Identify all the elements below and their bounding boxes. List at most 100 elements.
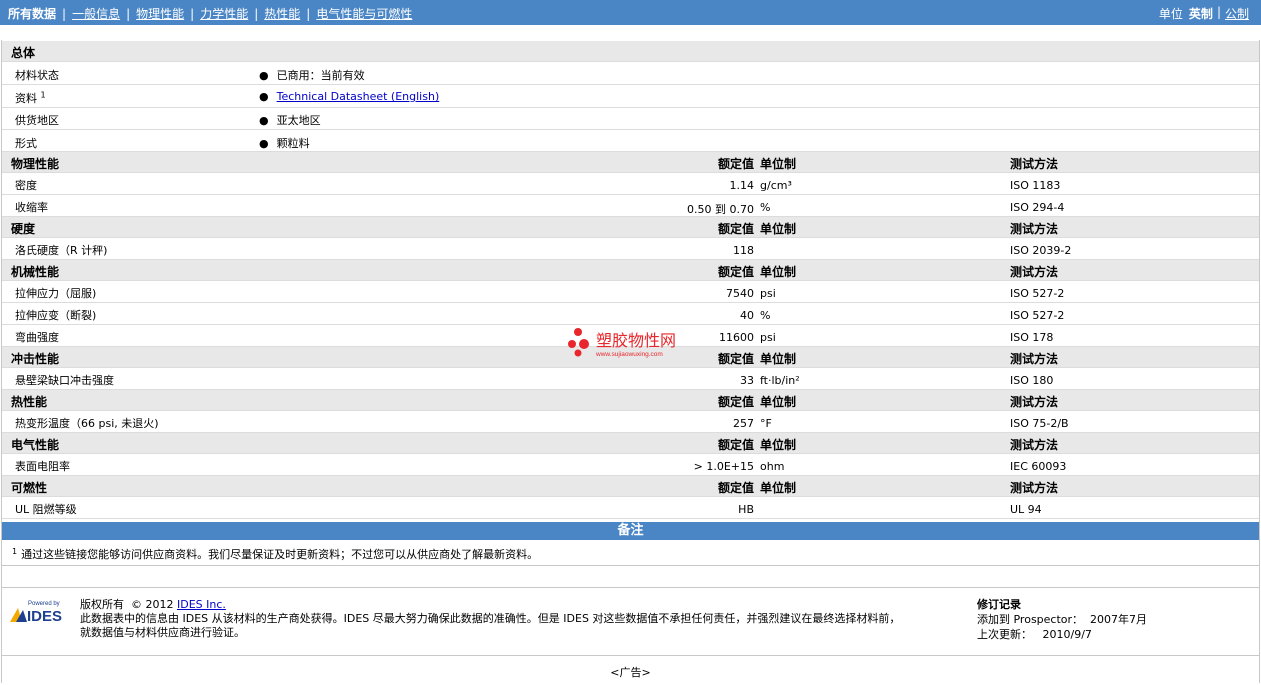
property-test-method: ISO 527-2 — [1010, 287, 1065, 300]
col-header-method: 测试方法 — [1010, 352, 1059, 366]
section-title: 热性能 — [11, 395, 48, 409]
property-test-method: ISO 527-2 — [1010, 309, 1065, 322]
logo-text: IDES — [27, 608, 62, 624]
property-test-method: ISO 2039-2 — [1010, 244, 1072, 257]
section-title: 物理性能 — [11, 157, 60, 171]
property-value: 0.50 到 0.70 — [687, 203, 754, 216]
section-title: 机械性能 — [11, 265, 60, 279]
row-value: ● 亚太地区 — [259, 112, 321, 128]
section-header: 机械性能 额定值 单位制 测试方法 — [2, 260, 1259, 281]
bullet: ● — [259, 137, 269, 150]
col-header-unit: 单位制 — [760, 438, 797, 452]
copyright-line: 版权所有 © 2012 IDES Inc. — [80, 598, 900, 612]
added-label: 添加到 Prospector： — [977, 613, 1084, 626]
bullet: ● — [259, 114, 269, 127]
property-unit: g/cm³ — [760, 179, 792, 192]
updated-value: 2010/9/7 — [1042, 628, 1092, 641]
bullet: ● — [259, 69, 269, 82]
col-header-unit: 单位制 — [760, 157, 797, 171]
row-value: ● 颗粒料 — [259, 135, 310, 151]
property-row: 热变形温度（66 psi, 未退火) 257 °F ISO 75-2/B — [2, 411, 1259, 433]
col-header-method: 测试方法 — [1010, 157, 1059, 171]
property-value: 7540 — [726, 287, 754, 300]
property-unit: psi — [760, 287, 776, 300]
revision-added: 添加到 Prospector： 2007年7月 — [977, 612, 1147, 627]
property-unit: psi — [760, 331, 776, 344]
nav-mechanical[interactable]: 力学性能 — [200, 5, 248, 22]
revision-history: 修订记录 添加到 Prospector： 2007年7月 上次更新： 2010/… — [977, 597, 1147, 642]
unit-metric-link[interactable]: 公制 — [1225, 5, 1249, 22]
property-test-method: ISO 178 — [1010, 331, 1054, 344]
property-value: 118 — [733, 244, 754, 257]
datasheet-link[interactable]: Technical Datasheet (English) — [277, 90, 440, 103]
property-test-method: ISO 294-4 — [1010, 201, 1065, 214]
property-value: 11600 — [719, 331, 754, 344]
property-row: 密度 1.14 g/cm³ ISO 1183 — [2, 173, 1259, 195]
ides-link[interactable]: IDES Inc. — [177, 598, 226, 611]
property-test-method: ISO 180 — [1010, 374, 1054, 387]
notes-header: 备注 — [2, 522, 1259, 540]
row-value: ● 已商用：当前有效 — [259, 67, 365, 83]
unit-imperial-selected: 英制 — [1188, 7, 1213, 21]
site-watermark: 塑胶物性网 www.sujiaowuxing.com — [566, 326, 706, 362]
property-unit: % — [760, 309, 771, 322]
col-header-method: 测试方法 — [1010, 438, 1059, 452]
label-text: 资料 — [15, 92, 37, 105]
property-row: 拉伸应变（断裂) 40% ISO 527-2 — [2, 303, 1259, 325]
section-header: 可燃性 额定值 单位制 测试方法 — [2, 476, 1259, 497]
nav-all-data[interactable]: 所有数据 — [8, 5, 56, 22]
watermark-title: 塑胶物性网 — [596, 331, 676, 350]
property-value: HB — [738, 503, 754, 516]
property-test-method: ISO 1183 — [1010, 179, 1061, 192]
row-label: 供货地区 — [15, 114, 59, 127]
divider — [2, 655, 1259, 656]
nav-separator: | — [190, 6, 195, 21]
col-header-nominal: 额定值 — [717, 481, 754, 495]
watermark-url: www.sujiaowuxing.com — [595, 351, 663, 358]
property-name: 密度 — [15, 179, 37, 192]
col-header-method: 测试方法 — [1010, 395, 1059, 409]
property-name: 洛氏硬度（R 计秤) — [15, 244, 108, 257]
nav-separator: | — [62, 6, 67, 21]
property-unit: ohm — [760, 460, 785, 473]
ides-logo[interactable]: Powered by IDES — [8, 598, 70, 625]
added-value: 2007年7月 — [1090, 613, 1148, 626]
property-row: 收缩率 0.50 到 0.70% ISO 294-4 — [2, 195, 1259, 217]
col-header-method: 测试方法 — [1010, 481, 1059, 495]
divider — [2, 587, 1259, 588]
property-test-method: UL 94 — [1010, 503, 1042, 516]
logo-powered-text: Powered by — [28, 601, 60, 607]
property-name: 弯曲强度 — [15, 331, 59, 344]
col-header-nominal: 额定值 — [717, 265, 754, 279]
col-header-unit: 单位制 — [760, 481, 797, 495]
unit-label: 单位 — [1158, 7, 1183, 21]
general-row: 材料状态 ● 已商用：当前有效 — [2, 62, 1259, 85]
ides-logo-icon: Powered by IDES — [10, 601, 62, 625]
property-test-method: ISO 75-2/B — [1010, 417, 1069, 430]
property-name: 表面电阻率 — [15, 460, 70, 473]
section-title: 硬度 — [11, 222, 36, 236]
footnote-text: 通过这些链接您能够访问供应商资料。我们尽量保证及时更新资料；不过您可以从供应商处… — [21, 548, 539, 561]
property-value: 33 — [740, 374, 754, 387]
property-name: 热变形温度（66 psi, 未退火) — [15, 417, 159, 430]
property-value: 1.14 — [729, 179, 755, 192]
section-header: 物理性能 额定值 单位制 测试方法 — [2, 152, 1259, 173]
nav-thermal[interactable]: 热性能 — [264, 5, 300, 22]
col-header-nominal: 额定值 — [717, 438, 754, 452]
col-header-unit: 单位制 — [760, 395, 797, 409]
property-row: 悬壁梁缺口冲击强度 33 ft·lb/in² ISO 180 — [2, 368, 1259, 390]
ad-placeholder: <广告> — [610, 666, 651, 679]
nav-general-info[interactable]: 一般信息 — [72, 5, 120, 22]
nav-electrical-flammability[interactable]: 电气性能与可燃性 — [316, 5, 412, 22]
revision-updated: 上次更新： 2010/9/7 — [977, 627, 1147, 642]
col-header-unit: 单位制 — [760, 265, 797, 279]
disclaimer-line: 就数据值与材料供应商进行验证。 — [80, 626, 245, 639]
copyright-block: 版权所有 © 2012 IDES Inc. 此数据表中的信息由 IDES 从该材… — [80, 598, 900, 640]
col-header-unit: 单位制 — [760, 352, 797, 366]
nav-physical[interactable]: 物理性能 — [136, 5, 184, 22]
nav-separator: | — [306, 6, 311, 21]
bullet: ● — [259, 90, 269, 103]
property-name: 拉伸应变（断裂) — [15, 309, 97, 322]
value-text: 亚太地区 — [276, 114, 321, 127]
property-row: 表面电阻率 > 1.0E+15 ohm IEC 60093 — [2, 454, 1259, 476]
